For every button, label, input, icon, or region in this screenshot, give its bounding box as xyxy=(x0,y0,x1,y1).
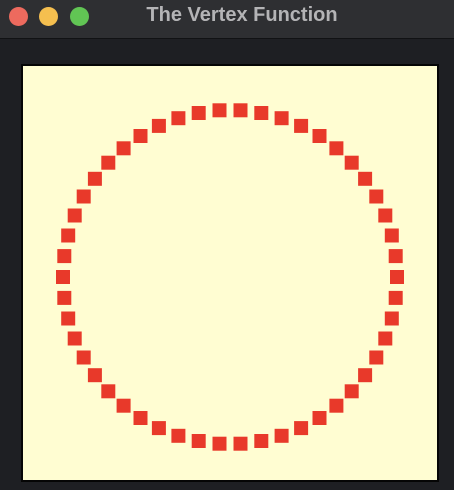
vertex-point xyxy=(133,411,148,425)
render-canvas xyxy=(23,66,437,480)
canvas-background xyxy=(23,66,437,480)
vertex-point xyxy=(116,141,131,156)
vertex-point xyxy=(191,434,206,448)
vertex-point xyxy=(101,384,116,399)
app-window: The Vertex Function xyxy=(0,0,454,490)
vertex-point xyxy=(274,111,289,126)
vertex-point xyxy=(254,434,269,448)
vertex-point xyxy=(384,311,399,326)
vertex-point xyxy=(87,368,102,383)
vertex-point xyxy=(390,270,404,284)
vertex-point xyxy=(133,129,148,143)
vertex-point xyxy=(151,118,166,133)
vertex-point xyxy=(212,103,227,118)
vertex-point xyxy=(384,228,399,243)
vertex-point xyxy=(378,331,393,346)
vertex-point xyxy=(57,249,72,264)
vertex-point xyxy=(76,189,91,204)
vertex-point xyxy=(369,189,384,204)
vertex-point xyxy=(378,208,393,223)
render-surface xyxy=(23,66,437,480)
vertex-point xyxy=(87,171,102,186)
vertex-point xyxy=(274,428,289,443)
vertex-point xyxy=(116,398,131,413)
vertex-point xyxy=(254,106,269,120)
vertex-point xyxy=(171,111,186,126)
vertex-point xyxy=(233,103,248,118)
vertex-point xyxy=(61,311,76,326)
vertex-point xyxy=(294,421,309,436)
window-content xyxy=(0,39,454,490)
vertex-point xyxy=(358,368,373,383)
vertex-point xyxy=(61,228,76,243)
vertex-point xyxy=(294,118,309,133)
vertex-point xyxy=(358,171,373,186)
vertex-point xyxy=(151,421,166,436)
vertex-point xyxy=(388,249,403,264)
title-bar[interactable]: The Vertex Function xyxy=(0,0,454,39)
vertex-point xyxy=(344,155,359,170)
vertex-point xyxy=(171,428,186,443)
vertex-point xyxy=(369,350,384,365)
vertex-point xyxy=(344,384,359,399)
vertex-point xyxy=(212,436,227,451)
vertex-point xyxy=(76,350,91,365)
vertex-point xyxy=(329,141,344,156)
window-title: The Vertex Function xyxy=(146,4,338,26)
vertex-point xyxy=(388,290,403,305)
vertex-point xyxy=(233,436,248,451)
vertex-point xyxy=(57,290,72,305)
vertex-point xyxy=(191,106,206,120)
vertex-point xyxy=(312,129,327,143)
vertex-point xyxy=(312,411,327,425)
vertex-point xyxy=(67,331,82,346)
vertex-point xyxy=(101,155,116,170)
vertex-point xyxy=(67,208,82,223)
vertex-point xyxy=(329,398,344,413)
render-view-frame xyxy=(21,64,439,482)
vertex-point xyxy=(56,270,70,284)
